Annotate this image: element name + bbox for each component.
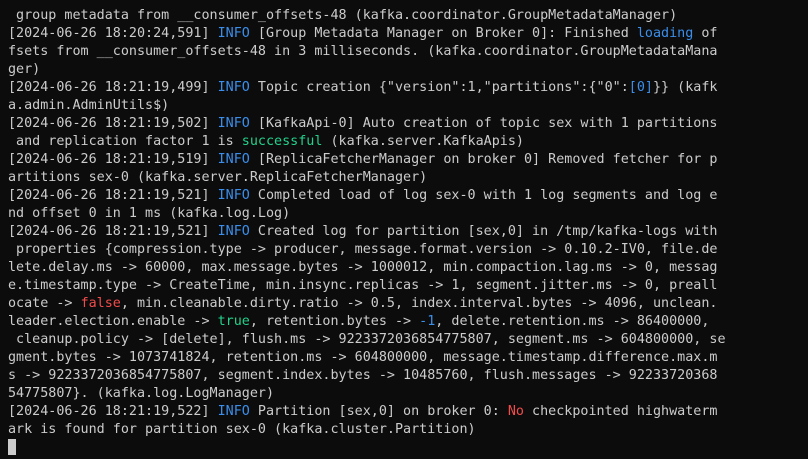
log-text: [ReplicaFetcherManager on broker 0] Remo… [249,152,718,167]
log-text: ocate -> [8,296,81,311]
log-text: nd offset 0 in 1 ms (kafka.log.Log) [8,206,291,221]
log-text: of [693,26,718,41]
log-text: [Group Metadata Manager on Broker 0]: Fi… [249,26,637,41]
log-text: ger) [8,62,41,77]
log-level: INFO [217,188,250,203]
terminal-line: lete.delay.ms -> 60000, max.message.byte… [8,259,808,277]
terminal-line: ocate -> false, min.cleanable.dirty.rati… [8,295,808,313]
terminal-line: and replication factor 1 is successful (… [8,133,808,151]
text-cursor [8,439,16,455]
log-text: -1 [419,314,436,329]
log-text: [0] [628,80,653,95]
terminal-output[interactable]: group metadata from __consumer_offsets-4… [0,0,808,459]
log-text: [2024-06-26 18:21:19,499] [8,80,218,95]
terminal-line: fsets from __consumer_offsets-48 in 3 mi… [8,43,808,61]
log-level: INFO [217,404,250,419]
terminal-line: properties {compression.type -> producer… [8,241,808,259]
log-text: loading [636,26,694,41]
log-text: (kafka.server.KafkaApis) [322,134,524,149]
terminal-line: [2024-06-26 18:20:24,591] INFO [Group Me… [8,25,808,43]
log-text: true [217,314,250,329]
log-text: and replication factor 1 is [8,134,242,149]
log-text: Partition [sex,0] on broker 0: [249,404,508,419]
terminal-line: s -> 9223372036854775807, segment.index.… [8,367,808,385]
terminal-line: ger) [8,61,808,79]
terminal-line: cleanup.policy -> [delete], flush.ms -> … [8,331,808,349]
terminal-line: group metadata from __consumer_offsets-4… [8,7,808,25]
log-level: INFO [217,152,250,167]
terminal-line: nd offset 0 in 1 ms (kafka.log.Log) [8,205,808,223]
log-text: Completed load of log sex-0 with 1 log s… [249,188,718,203]
log-text: gment.bytes -> 1073741824, retention.ms … [8,350,718,365]
log-text: a.admin.AdminUtils$) [8,98,170,113]
terminal-line: [2024-06-26 18:21:19,522] INFO Partition… [8,403,808,421]
log-level: INFO [217,80,250,95]
log-text: group metadata from __consumer_offsets-4… [8,8,678,23]
terminal-line: [2024-06-26 18:21:19,502] INFO [KafkaApi… [8,115,808,133]
terminal-line: [2024-06-26 18:21:19,521] INFO Created l… [8,223,808,241]
terminal-line: gment.bytes -> 1073741824, retention.ms … [8,349,808,367]
log-text: artitions sex-0 (kafka.server.ReplicaFet… [8,170,428,185]
log-text: , delete.retention.ms -> 86400000, [435,314,710,329]
log-text: successful [241,134,323,149]
terminal-line: ark is found for partition sex-0 (kafka.… [8,421,808,439]
terminal-line: [2024-06-26 18:21:19,519] INFO [ReplicaF… [8,151,808,169]
log-text: [2024-06-26 18:21:19,502] [8,116,218,131]
log-text: No [507,404,524,419]
log-text: 54775807}. (kafka.log.LogManager) [8,386,275,401]
log-text: , retention.bytes -> [249,314,420,329]
terminal-line: leader.election.enable -> true, retentio… [8,313,808,331]
log-level: INFO [217,116,250,131]
log-text: Created log for partition [sex,0] in /tm… [249,224,718,239]
log-text: [2024-06-26 18:21:19,521] [8,188,218,203]
log-text: leader.election.enable -> [8,314,218,329]
log-text: checkpointed highwaterm [523,404,718,419]
terminal-line: 54775807}. (kafka.log.LogManager) [8,385,808,403]
log-text: s -> 9223372036854775807, segment.index.… [8,368,718,383]
log-text: [KafkaApi-0] Auto creation of topic sex … [249,116,718,131]
log-text: fsets from __consumer_offsets-48 in 3 mi… [8,44,718,59]
log-text: [2024-06-26 18:21:19,521] [8,224,218,239]
terminal-line: [2024-06-26 18:21:19,521] INFO Completed… [8,187,808,205]
log-text: cleanup.policy -> [delete], flush.ms -> … [8,332,726,347]
log-text: , min.cleanable.dirty.ratio -> 0.5, inde… [120,296,718,311]
log-text: lete.delay.ms -> 60000, max.message.byte… [8,260,718,275]
terminal-line: a.admin.AdminUtils$) [8,97,808,115]
terminal-line: artitions sex-0 (kafka.server.ReplicaFet… [8,169,808,187]
log-level: INFO [217,26,250,41]
prompt-line [8,439,808,457]
log-level: INFO [217,224,250,239]
log-text: false [80,296,121,311]
log-text: [2024-06-26 18:20:24,591] [8,26,218,41]
log-text: ark is found for partition sex-0 (kafka.… [8,422,476,437]
log-text: e.timestamp.type -> CreateTime, min.insy… [8,278,718,293]
log-text: Topic creation {"version":1,"partitions"… [249,80,629,95]
terminal-line: e.timestamp.type -> CreateTime, min.insy… [8,277,808,295]
log-text: [2024-06-26 18:21:19,522] [8,404,218,419]
log-text: [2024-06-26 18:21:19,519] [8,152,218,167]
log-text: properties {compression.type -> producer… [8,242,718,257]
terminal-line: [2024-06-26 18:21:19,499] INFO Topic cre… [8,79,808,97]
log-text: }} (kafk [652,80,718,95]
